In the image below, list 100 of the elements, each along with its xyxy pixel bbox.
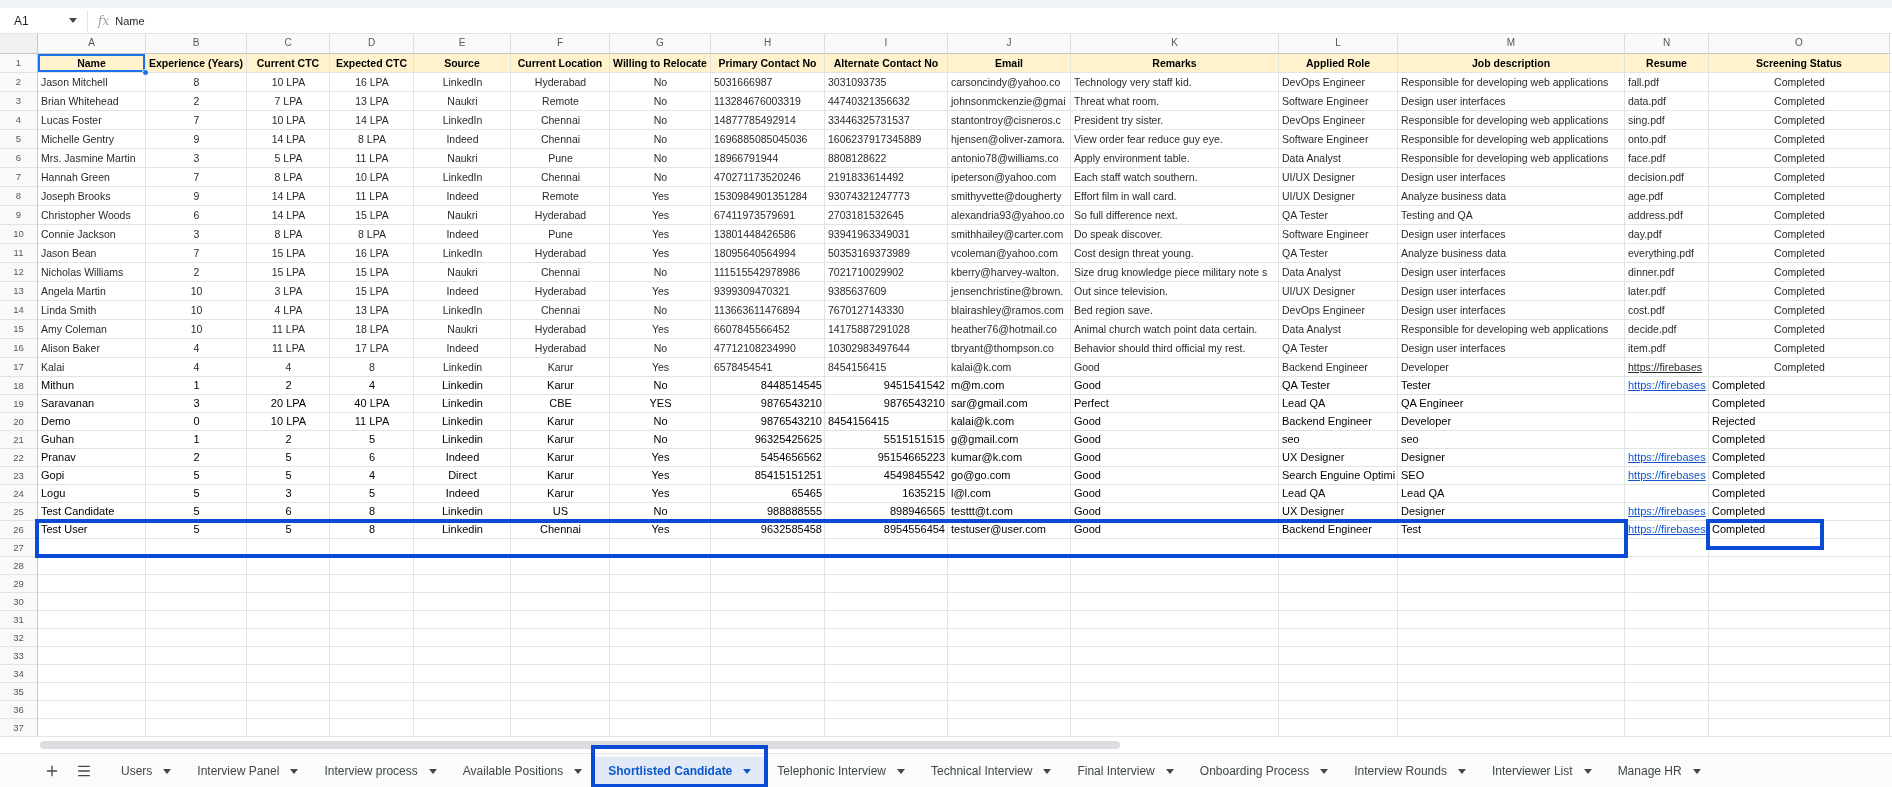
sheet-tab[interactable]: Users <box>108 756 185 786</box>
row-number[interactable]: 16 <box>0 339 38 358</box>
row-number[interactable]: 36 <box>0 701 38 719</box>
row-number[interactable]: 23 <box>0 467 38 485</box>
row-number[interactable]: 19 <box>0 395 38 413</box>
sheet-tab[interactable]: Available Positions <box>449 756 596 786</box>
row-number[interactable]: 2 <box>0 73 38 92</box>
table-cell-text: 113663611476894 <box>713 303 802 318</box>
table-cell-text: 9451541542 <box>882 378 946 393</box>
sheet-tab[interactable]: Shortlisted Candidate <box>595 756 765 786</box>
row-number[interactable]: 15 <box>0 320 38 339</box>
sheet-tab[interactable]: Final Interview <box>1064 756 1187 786</box>
table-cell-text: Testing and QA <box>1400 208 1474 223</box>
row-number[interactable]: 5 <box>0 130 38 149</box>
table-cell-text: Linda Smith <box>40 303 98 318</box>
row-number[interactable]: 34 <box>0 665 38 683</box>
row-number[interactable]: 17 <box>0 358 38 377</box>
row-number[interactable]: 26 <box>0 521 38 539</box>
header-cell: Resume <box>1625 54 1709 73</box>
column-letter[interactable]: A <box>38 34 146 54</box>
sheet-tab[interactable]: Telephonic Interview <box>764 756 919 786</box>
sheet-tab[interactable]: Interview Panel <box>184 756 312 786</box>
table-cell-text: Software Engineer <box>1281 227 1370 242</box>
caret-icon <box>574 768 583 774</box>
resume-link[interactable]: https://firebases <box>1625 467 1709 485</box>
row-number[interactable]: 30 <box>0 593 38 611</box>
row-number[interactable]: 10 <box>0 225 38 244</box>
column-letter[interactable]: O <box>1709 34 1890 54</box>
formula-field[interactable]: Name <box>115 9 1892 32</box>
row-number[interactable]: 33 <box>0 647 38 665</box>
row-number[interactable]: 22 <box>0 449 38 467</box>
table-cell-text: 9876543210 <box>759 396 823 411</box>
resume-link[interactable]: https://firebases <box>1625 449 1709 467</box>
row-number[interactable]: 4 <box>0 111 38 130</box>
table-cell-text: 111515542978986 <box>713 265 802 280</box>
column-letter[interactable]: E <box>414 34 511 54</box>
row-number[interactable]: 24 <box>0 485 38 503</box>
table-cell-text: l@l.com <box>950 486 992 501</box>
row-number[interactable]: 28 <box>0 557 38 575</box>
column-letter[interactable]: B <box>146 34 247 54</box>
resume-link[interactable]: https://firebases <box>1625 521 1709 539</box>
row-number[interactable]: 3 <box>0 92 38 111</box>
resume-link[interactable]: https://firebases <box>1625 377 1709 395</box>
sheet-tab[interactable]: Interviewer List <box>1478 756 1605 786</box>
table-cell-text: 2191833614492 <box>827 170 905 185</box>
row-number[interactable]: 21 <box>0 431 38 449</box>
table-cell-text: Completed <box>1711 450 1767 465</box>
sheet-tab[interactable]: Interview Rounds <box>1341 756 1479 786</box>
table-cell-text: g@gmail.com <box>950 432 1020 447</box>
sheet-tab[interactable]: Interview process <box>311 756 450 786</box>
row-number[interactable]: 27 <box>0 539 38 557</box>
column-letter[interactable]: J <box>948 34 1071 54</box>
row-number[interactable]: 9 <box>0 206 38 225</box>
caret-icon <box>1043 768 1052 774</box>
row-number[interactable]: 35 <box>0 683 38 701</box>
resume-link[interactable]: https://firebases <box>1625 503 1709 521</box>
table-cell-text: No <box>652 113 669 128</box>
column-letter[interactable]: M <box>1398 34 1625 54</box>
column-letter[interactable]: K <box>1071 34 1279 54</box>
name-box[interactable]: A1 <box>0 9 88 32</box>
sheet-tab[interactable]: Technical Interview <box>918 756 1065 786</box>
row-number[interactable]: 1 <box>0 54 38 73</box>
table-cell-text: Hyderabad <box>533 246 588 261</box>
row-number[interactable]: 12 <box>0 263 38 282</box>
fill-handle[interactable] <box>142 69 149 76</box>
column-letter[interactable]: D <box>330 34 414 54</box>
row-number[interactable]: 37 <box>0 719 38 737</box>
row-number[interactable]: 11 <box>0 244 38 263</box>
row-number[interactable]: 31 <box>0 611 38 629</box>
row-number[interactable]: 14 <box>0 301 38 320</box>
table-cell-text: kberry@harvey-walton. <box>950 265 1061 280</box>
row-number[interactable]: 7 <box>0 168 38 187</box>
table-cell-text: Completed <box>1711 486 1767 501</box>
table-cell-text: 1606237917345889 <box>827 132 923 147</box>
table-cell-text: Yes <box>650 322 671 337</box>
column-letter[interactable]: I <box>825 34 948 54</box>
table-cell-text: jensenchristine@brown. <box>949 284 1065 299</box>
column-letter[interactable]: C <box>247 34 330 54</box>
sheet-tab[interactable]: Manage HR <box>1604 756 1714 786</box>
row-number[interactable]: 25 <box>0 503 38 521</box>
scrollbar-thumb[interactable] <box>40 741 1120 749</box>
row-number[interactable]: 18 <box>0 377 38 395</box>
table-cell-text: 44740321356632 <box>827 94 911 109</box>
table-cell-text: Linkedin <box>441 414 484 429</box>
resume-link[interactable]: https://firebases <box>1625 358 1709 377</box>
table-cell-text: Design user interfaces <box>1400 170 1507 185</box>
row-number[interactable]: 20 <box>0 413 38 431</box>
column-letter[interactable]: H <box>711 34 825 54</box>
row-number[interactable]: 8 <box>0 187 38 206</box>
row-number[interactable]: 6 <box>0 149 38 168</box>
table-cell-text: LinkedIn <box>441 170 484 185</box>
header-cell: Screening Status <box>1709 54 1890 73</box>
row-number[interactable]: 32 <box>0 629 38 647</box>
column-letter[interactable]: F <box>511 34 610 54</box>
column-letter[interactable]: G <box>610 34 711 54</box>
column-letter[interactable]: N <box>1625 34 1709 54</box>
row-number[interactable]: 13 <box>0 282 38 301</box>
sheet-tab[interactable]: Onboarding Process <box>1186 756 1342 786</box>
column-letter[interactable]: L <box>1279 34 1398 54</box>
row-number[interactable]: 29 <box>0 575 38 593</box>
